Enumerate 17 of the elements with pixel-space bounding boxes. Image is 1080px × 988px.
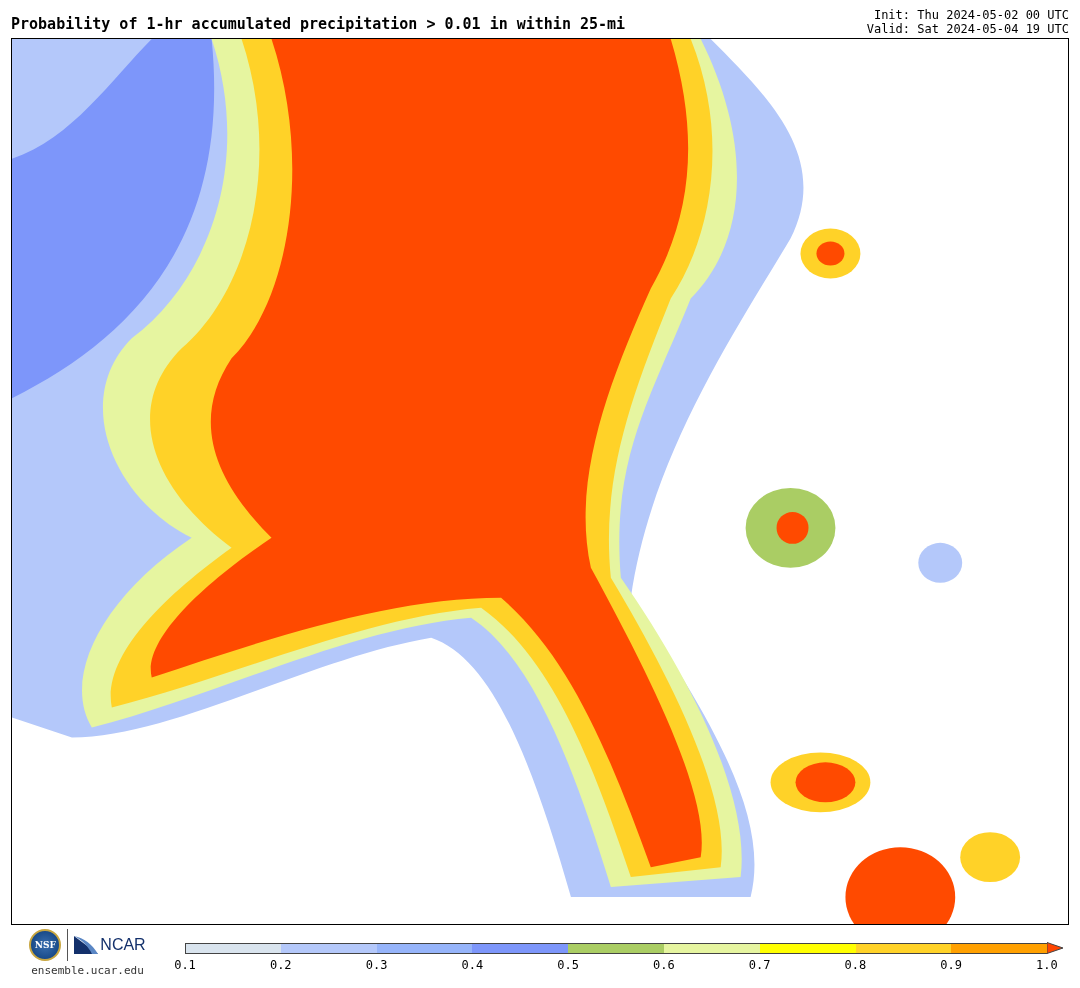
scale-tick-label: 0.7 [747,958,772,972]
scale-tick-label: 0.8 [843,958,868,972]
scale-tick-label: 0.5 [556,958,580,972]
scale-tick-label: 0.2 [268,958,293,972]
nsf-logo: NSF [29,929,62,961]
scale-tick-label: 0.3 [364,958,389,972]
scale-tick-label: 0.1 [173,958,197,972]
init-time: Init: Thu 2024-05-02 00 UTC [873,8,1069,22]
valid-time: Valid: Sat 2024-05-04 19 UTC [866,22,1069,36]
scale-tick-label: 0.4 [460,958,485,972]
ncar-logo: NCAR [100,936,146,954]
scale-tick-label: 1.0 [1035,958,1059,972]
scale-tick-label: 0.6 [652,958,676,972]
chart-title: Probability of 1-hr accumulated precipitation > 0.01 in within 25-mi [11,15,626,35]
scale-tick-label: 0.9 [939,958,963,972]
swoosh-icon [74,936,99,954]
site-url: ensemble.ucar.edu [31,964,144,977]
